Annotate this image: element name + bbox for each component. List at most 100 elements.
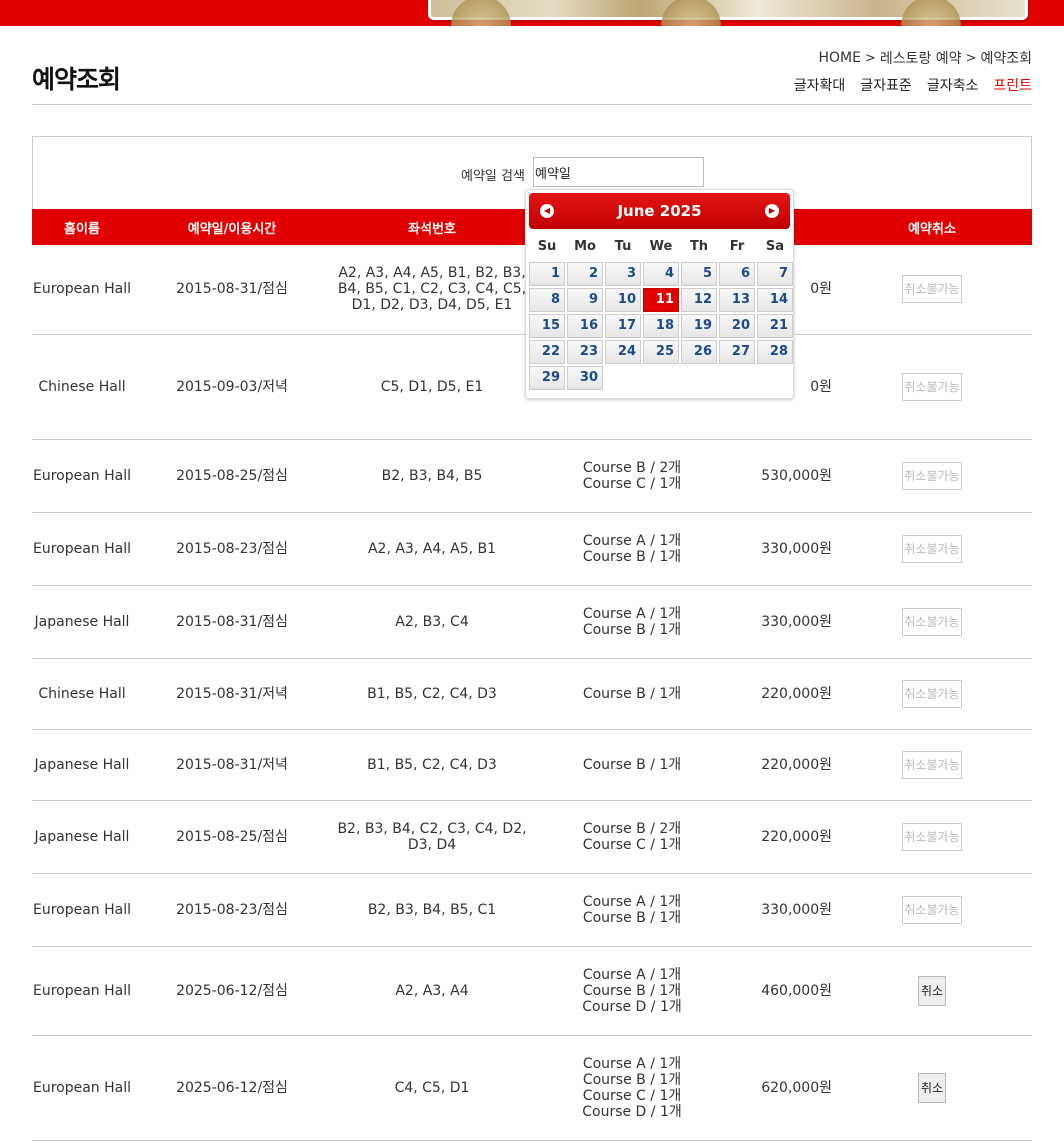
- cell-cancel: 취소불가능: [832, 245, 1032, 335]
- datepicker-day[interactable]: 14: [757, 288, 793, 312]
- date-search-input[interactable]: [533, 157, 704, 187]
- table-row: Japanese Hall 2015-08-31/점심 A2, B3, C4 Cour…: [32, 585, 1032, 659]
- datepicker-day[interactable]: 22: [529, 340, 565, 364]
- cell-hall: Japanese Hall: [32, 585, 132, 659]
- cell-course: Course B / 2개 Course C / 1개: [532, 800, 732, 874]
- cell-course-line: Course A / 1개: [582, 1055, 682, 1072]
- breadcrumb-home[interactable]: HOME: [818, 50, 860, 66]
- cell-course: Course A / 1개 Course B / 1개 Course D / 1개: [532, 946, 732, 1036]
- cell-hall: Chinese Hall: [32, 334, 132, 440]
- cell-hall: Japanese Hall: [32, 729, 132, 801]
- datepicker-day[interactable]: 9: [567, 288, 603, 312]
- datepicker-day[interactable]: 24: [605, 340, 641, 364]
- datepicker-day[interactable]: 1: [529, 262, 565, 286]
- datepicker-header: ◀ June 2025 ▶: [529, 193, 790, 229]
- datepicker-day[interactable]: 8: [529, 288, 565, 312]
- datepicker-day[interactable]: 10: [605, 288, 641, 312]
- cancel-button[interactable]: 취소: [917, 1072, 947, 1103]
- datepicker-day[interactable]: 16: [567, 314, 603, 338]
- datepicker-day[interactable]: 23: [567, 340, 603, 364]
- column-header-date: 예약일/이용시간: [132, 209, 332, 245]
- datepicker-day[interactable]: 27: [719, 340, 755, 364]
- font-enlarge-button[interactable]: 글자확대: [794, 75, 846, 95]
- datepicker-day[interactable]: 5: [681, 262, 717, 286]
- prev-month-icon[interactable]: ◀: [540, 204, 554, 218]
- cell-hall: European Hall: [32, 439, 132, 513]
- cell-amount: 220,000원: [732, 800, 832, 874]
- table-row: Japanese Hall 2015-08-25/점심 B2, B3, B4, C2…: [32, 800, 1032, 874]
- datepicker-day[interactable]: 29: [529, 366, 565, 390]
- cell-hall: European Hall: [32, 873, 132, 947]
- datepicker-day[interactable]: 6: [719, 262, 755, 286]
- cell-course: Course A / 1개 Course B / 1개: [532, 512, 732, 586]
- datepicker-day[interactable]: 17: [605, 314, 641, 338]
- cell-seats-line: B2, B3, B4, B5: [381, 467, 483, 484]
- cell-seats-line: D3, D4: [407, 836, 457, 853]
- table-row: Japanese Hall 2015-08-31/저녁 B1, B5, C2, C4…: [32, 729, 1032, 801]
- cell-course-line: Course B / 2개: [582, 459, 682, 476]
- cell-seats-line: A2, B3, C4: [395, 613, 469, 630]
- font-shrink-button[interactable]: 글자축소: [927, 75, 979, 95]
- weekday-label: Th: [689, 239, 709, 254]
- table-row: European Hall 2025-06-12/점심 C4, C5, D1 Cour…: [32, 1035, 1032, 1141]
- cell-course-line: Course A / 1개: [582, 605, 682, 622]
- datepicker-day[interactable]: 3: [605, 262, 641, 286]
- cell-course-line: Course C / 1개: [582, 836, 682, 853]
- cell-cancel: 취소불가능: [832, 800, 1032, 874]
- cell-seats-line: C4, C5, D1: [394, 1079, 470, 1096]
- column-header-cancel: 예약취소: [832, 209, 1032, 245]
- datepicker-day[interactable]: 15: [529, 314, 565, 338]
- datepicker-day[interactable]: 4: [643, 262, 679, 286]
- cell-seats-line: B1, B5, C2, C4, D3: [367, 756, 497, 773]
- breadcrumb-current: 예약조회: [980, 51, 1032, 67]
- datepicker-day[interactable]: 19: [681, 314, 717, 338]
- datepicker-day[interactable]: 21: [757, 314, 793, 338]
- cell-seats-line: A2, A3, A4, A5, B1, B2, B3,: [338, 265, 526, 282]
- table-row: European Hall 2015-08-23/점심 A2, A3, A4, A5…: [32, 512, 1032, 586]
- datepicker-day[interactable]: 13: [719, 288, 755, 312]
- cell-course-line: Course B / 1개: [582, 909, 682, 926]
- cell-cancel: 취소불가능: [832, 873, 1032, 947]
- datepicker-day[interactable]: 18: [643, 314, 679, 338]
- cell-amount: 330,000원: [732, 585, 832, 659]
- datepicker-day-today[interactable]: 11: [643, 288, 679, 312]
- column-header-hall: 홈이름: [32, 209, 132, 245]
- cancel-button[interactable]: 취소: [917, 975, 947, 1006]
- datepicker-day[interactable]: 30: [567, 366, 603, 390]
- datepicker-day[interactable]: 2: [567, 262, 603, 286]
- datepicker-day[interactable]: 20: [719, 314, 755, 338]
- cell-course-line: Course B / 2개: [582, 820, 682, 837]
- cell-date: 2015-08-25/점심: [132, 800, 332, 874]
- weekday-label: Su: [537, 239, 557, 254]
- datepicker-day[interactable]: 28: [757, 340, 793, 364]
- cell-seats: A2, A3, A4, A5, B1: [332, 512, 532, 586]
- cell-course-line: Course B / 1개: [582, 756, 682, 773]
- cancel-unavailable-button: 취소불가능: [902, 750, 962, 779]
- cancel-unavailable-button: 취소불가능: [902, 275, 962, 304]
- search-label: 예약일 검색: [461, 169, 525, 184]
- breadcrumb-section[interactable]: 레스토랑 예약: [880, 48, 962, 68]
- cell-date: 2025-06-12/점심: [132, 946, 332, 1036]
- datepicker-day[interactable]: 26: [681, 340, 717, 364]
- header-divider: [32, 104, 1032, 105]
- cancel-unavailable-button: 취소불가능: [902, 895, 962, 924]
- cell-course: Course A / 1개 Course B / 1개: [532, 873, 732, 947]
- cell-amount: 620,000원: [732, 1035, 832, 1141]
- cell-cancel: 취소불가능: [832, 658, 1032, 730]
- datepicker-day[interactable]: 7: [757, 262, 793, 286]
- print-button[interactable]: 프린트: [993, 75, 1032, 95]
- cell-seats: B2, B3, B4, B5, C1: [332, 873, 532, 947]
- weekday-label: Mo: [574, 239, 596, 254]
- cell-cancel: 취소불가능: [832, 334, 1032, 440]
- datepicker-day[interactable]: 25: [643, 340, 679, 364]
- next-month-icon[interactable]: ▶: [765, 204, 779, 218]
- cell-seats: C4, C5, D1: [332, 1035, 532, 1141]
- cell-hall: Chinese Hall: [32, 658, 132, 730]
- datepicker-day[interactable]: 12: [681, 288, 717, 312]
- cell-amount: 220,000원: [732, 729, 832, 801]
- cell-course: Course B / 2개 Course C / 1개: [532, 439, 732, 513]
- font-normal-button[interactable]: 글자표준: [860, 75, 912, 95]
- cell-amount: 330,000원: [732, 512, 832, 586]
- cell-seats: B1, B5, C2, C4, D3: [332, 729, 532, 801]
- cell-date: 2015-08-31/저녁: [132, 658, 332, 730]
